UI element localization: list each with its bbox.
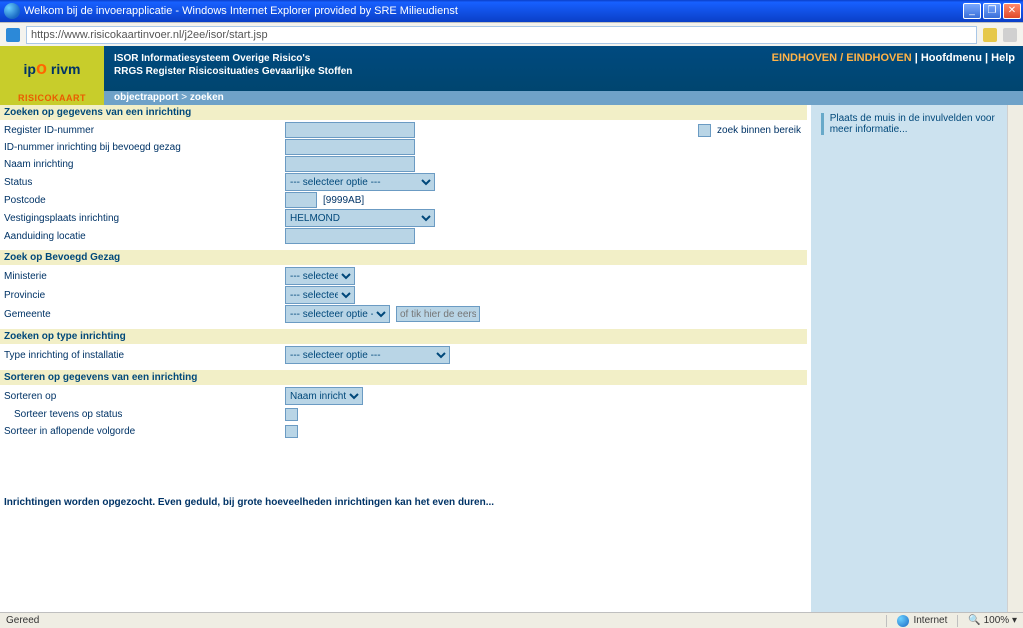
window-buttons: _ ❐ ✕: [963, 3, 1021, 19]
window-title: Welkom bij de invoerapplicatie - Windows…: [24, 5, 963, 17]
search-form: Zoeken op gegevens van een inrichting Re…: [0, 105, 807, 612]
register-id-input[interactable]: [285, 122, 415, 138]
ministerie-select[interactable]: --- selecteer optie ---: [285, 267, 355, 285]
zoek-bereik-checkbox[interactable]: [698, 124, 711, 137]
header-right: EINDHOVEN / EINDHOVEN | Hoofdmenu | Help: [772, 52, 1015, 64]
help-panel: Plaats de muis in de invulvelden voor me…: [807, 105, 1007, 612]
app-header: ipo rivm RISICOKAART ISOR Informatiesyst…: [0, 46, 1023, 91]
postcode-input[interactable]: [285, 192, 317, 208]
label-aanduiding: Aanduiding locatie: [0, 231, 285, 242]
help-text: Plaats de muis in de invulvelden voor me…: [830, 113, 997, 135]
status-left: Gereed: [6, 615, 39, 626]
vestiging-select[interactable]: HELMOND: [285, 209, 435, 227]
label-vestiging: Vestigingsplaats inrichting: [0, 213, 285, 224]
label-ministerie: Ministerie: [0, 271, 285, 282]
internet-icon: [897, 615, 909, 627]
window-titlebar: Welkom bij de invoerapplicatie - Windows…: [0, 0, 1023, 22]
lock-icon: [983, 28, 997, 42]
minimize-button[interactable]: _: [963, 3, 981, 19]
header-line2: RRGS Register Risicosituaties Gevaarlijk…: [114, 65, 352, 78]
address-bar: [0, 22, 1023, 46]
zoom-indicator[interactable]: 🔍 100% ▾: [968, 615, 1017, 626]
section-bevoegd-gezag: Zoek op Bevoegd Gezag: [0, 250, 807, 265]
type-inrichting-select[interactable]: --- selecteer optie ---: [285, 346, 450, 364]
address-bar-tools: [983, 28, 1017, 42]
close-button[interactable]: ✕: [1003, 3, 1021, 19]
logo-subtitle: RISICOKAART: [0, 91, 104, 105]
breadcrumb: objectrapport > zoeken: [104, 91, 1023, 105]
label-naam: Naam inrichting: [0, 159, 285, 170]
tool-icon[interactable]: [1003, 28, 1017, 42]
user-context: EINDHOVEN / EINDHOVEN: [772, 52, 912, 64]
header-line1: ISOR Informatiesysteem Overige Risico's: [114, 52, 352, 65]
naam-input[interactable]: [285, 156, 415, 172]
main-menu-link[interactable]: Hoofdmenu: [921, 52, 982, 64]
label-register-id: Register ID-nummer: [0, 125, 285, 136]
id-bevoegd-input[interactable]: [285, 139, 415, 155]
gemeente-filter-input[interactable]: [396, 306, 480, 322]
label-gemeente: Gemeente: [0, 309, 285, 320]
label-id-bevoegd: ID-nummer inrichting bij bevoegd gezag: [0, 142, 285, 153]
section-inrichting: Zoeken op gegevens van een inrichting: [0, 105, 807, 120]
sorteren-op-select[interactable]: Naam inrichting: [285, 387, 363, 405]
label-type-inrichting: Type inrichting of installatie: [0, 350, 285, 361]
label-sort-aflopend: Sorteer in aflopende volgorde: [0, 426, 285, 437]
crumb-objectrapport[interactable]: objectrapport: [114, 92, 178, 103]
vertical-scrollbar[interactable]: [1007, 105, 1023, 612]
url-field-wrap[interactable]: [26, 26, 977, 44]
loading-message: Inrichtingen worden opgezocht. Even gedu…: [0, 493, 807, 512]
sort-status-checkbox[interactable]: [285, 408, 298, 421]
status-zone: Internet: [913, 615, 947, 626]
help-link[interactable]: Help: [991, 52, 1015, 64]
label-sort-status: Sorteer tevens op status: [0, 409, 285, 420]
page-favicon: [6, 28, 20, 42]
label-status: Status: [0, 177, 285, 188]
url-input[interactable]: [31, 29, 972, 41]
sort-aflopend-checkbox[interactable]: [285, 425, 298, 438]
label-sorteren-op: Sorteren op: [0, 391, 285, 402]
crumb-zoeken: zoeken: [190, 92, 224, 103]
provincie-select[interactable]: --- selecteer optie ---: [285, 286, 355, 304]
logo: ipo rivm RISICOKAART: [0, 46, 104, 91]
aanduiding-input[interactable]: [285, 228, 415, 244]
label-provincie: Provincie: [0, 290, 285, 301]
gemeente-select[interactable]: --- selecteer optie ---: [285, 305, 390, 323]
ie-icon: [4, 3, 20, 19]
section-type-inrichting: Zoeken op type inrichting: [0, 329, 807, 344]
header-subtitle: ISOR Informatiesysteem Overige Risico's …: [104, 46, 362, 91]
postcode-hint: [9999AB]: [323, 195, 364, 206]
label-postcode: Postcode: [0, 195, 285, 206]
status-select[interactable]: --- selecteer optie ---: [285, 173, 435, 191]
status-bar: Gereed Internet 🔍 100% ▾: [0, 612, 1023, 628]
label-zoek-bereik: zoek binnen bereik: [717, 125, 801, 136]
maximize-button[interactable]: ❐: [983, 3, 1001, 19]
help-stripe: [821, 113, 824, 135]
section-sorteren: Sorteren op gegevens van een inrichting: [0, 370, 807, 385]
